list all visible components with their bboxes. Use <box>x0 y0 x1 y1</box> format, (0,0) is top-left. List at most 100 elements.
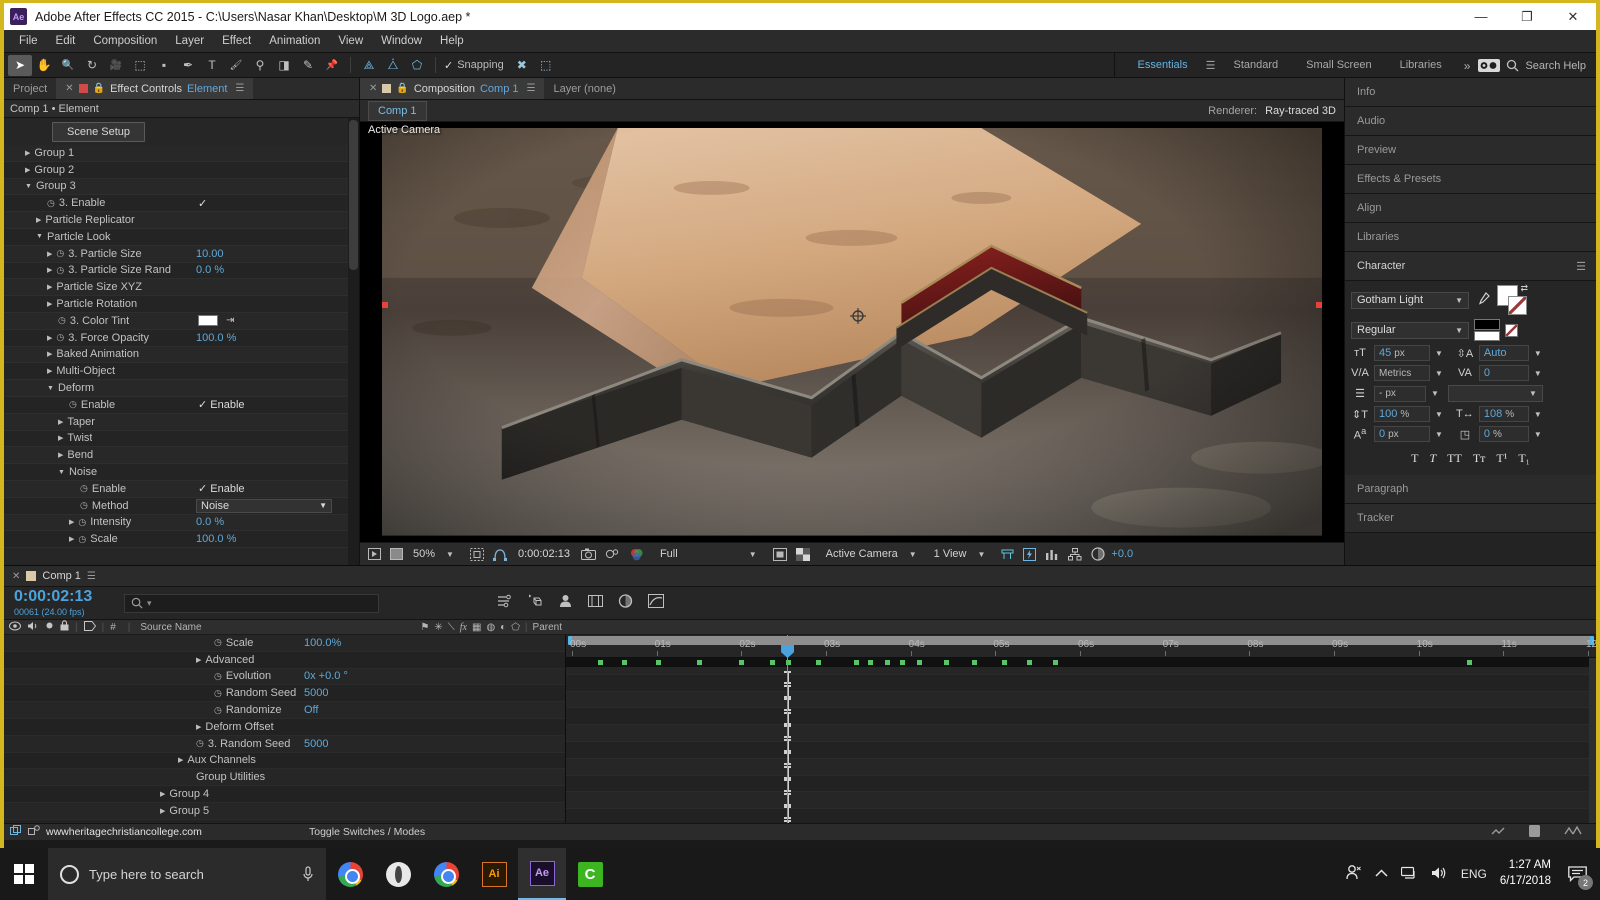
stopwatch-icon[interactable]: ◷ <box>214 671 222 682</box>
workspace-menu-icon[interactable]: ☰ <box>1202 59 1220 72</box>
disclosure-closed-icon[interactable]: ▶ <box>160 790 165 798</box>
disclosure-closed-icon[interactable]: ▶ <box>69 518 74 526</box>
cortana-icon[interactable] <box>60 865 79 884</box>
timeline-row-value[interactable]: Off <box>304 704 318 716</box>
start-button[interactable] <box>0 848 48 900</box>
comp-name-chip[interactable]: Comp 1 <box>368 101 427 121</box>
timeline-row-value[interactable]: 0x +0.0 ° <box>304 670 348 682</box>
comp-flowchart-icon[interactable] <box>1065 545 1085 564</box>
effect-row[interactable]: ▶◷3. Force Opacity100.0 % <box>4 330 359 347</box>
timeline-row[interactable]: ◷Random Seed5000 <box>4 685 565 702</box>
eyedropper-icon[interactable] <box>1474 292 1492 308</box>
menu-effect[interactable]: Effect <box>213 30 260 53</box>
toggle-switches-modes-button[interactable]: Toggle Switches / Modes <box>309 826 425 838</box>
menu-composition[interactable]: Composition <box>84 30 166 53</box>
composition-mini-flowchart-icon[interactable] <box>497 594 512 612</box>
timeline-search-field[interactable]: ▾ <box>124 594 379 613</box>
tracking-dropdown-icon[interactable]: ▼ <box>1534 369 1542 378</box>
lock-icon[interactable]: 🔒 <box>93 83 105 94</box>
stopwatch-icon[interactable]: ◷ <box>80 500 88 511</box>
exposure-value[interactable]: +0.0 <box>1111 548 1133 560</box>
video-switch-icon[interactable] <box>9 621 21 634</box>
color-tint-swatch[interactable]: ⇥ <box>198 315 234 326</box>
tab-project[interactable]: Project <box>4 78 56 99</box>
people-icon[interactable] <box>1345 864 1362 884</box>
keyframe-marker[interactable] <box>770 660 775 665</box>
keyframe-marker[interactable] <box>944 660 949 665</box>
disclosure-closed-icon[interactable]: ▶ <box>47 283 52 291</box>
view-camera-value[interactable]: Active Camera <box>822 548 902 560</box>
shy-switch-icon[interactable]: ⚑ <box>420 622 429 633</box>
effect-row[interactable]: ◷Enable✓ Enable <box>4 397 359 414</box>
resolution-dropdown-icon[interactable]: ▼ <box>745 550 767 559</box>
effect-row[interactable]: ▶◷Intensity0.0 % <box>4 515 359 532</box>
taskbar-search-box[interactable]: Type here to search <box>48 848 326 900</box>
selection-handle-left[interactable] <box>382 302 388 308</box>
disclosure-closed-icon[interactable]: ▶ <box>160 807 165 815</box>
stroke-color-swatch[interactable] <box>1508 296 1527 315</box>
stroke-width-dropdown-icon[interactable]: ▼ <box>1431 389 1439 398</box>
panel-align[interactable]: Align <box>1345 194 1596 223</box>
timeline-row[interactable]: ▶Deform Offset <box>4 719 565 736</box>
effect-row[interactable]: ▶Group 2 <box>4 162 359 179</box>
workspace-libraries[interactable]: Libraries <box>1386 53 1456 78</box>
rotation-tool[interactable]: ↻ <box>80 55 104 76</box>
effect-row[interactable]: ▶Taper <box>4 414 359 431</box>
taskbar-clock[interactable]: 1:27 AM 6/17/2018 <box>1500 858 1551 889</box>
disclosure-closed-icon[interactable]: ▶ <box>47 266 52 274</box>
effect-row[interactable]: ▼Particle Look <box>4 229 359 246</box>
keyframe-marker[interactable] <box>656 660 661 665</box>
effects-switch-icon[interactable]: fx <box>460 622 467 633</box>
choose-grid-guides-icon[interactable] <box>467 545 487 564</box>
selection-handle-right[interactable] <box>1316 302 1322 308</box>
number-column-header[interactable]: # <box>110 622 116 633</box>
search-dropdown-icon[interactable]: ▾ <box>147 598 152 609</box>
disclosure-closed-icon[interactable]: ▶ <box>47 300 52 308</box>
timeline-layer-list[interactable]: ◷Scale100.0%▶Advanced◷Evolution0x +0.0 °… <box>4 635 566 823</box>
effect-row[interactable]: ◷3. Enable✓ <box>4 195 359 212</box>
snap-feature-tool[interactable]: ✖ <box>510 55 534 76</box>
collapse-transformations-icon[interactable]: ✳ <box>434 622 442 633</box>
kerning-field[interactable]: Metrics <box>1374 365 1430 381</box>
vertical-scale-dropdown-icon[interactable]: ▼ <box>1435 410 1443 419</box>
effect-row[interactable]: ▼Group 3 <box>4 179 359 196</box>
keyframe-marker[interactable] <box>697 660 702 665</box>
stopwatch-icon[interactable]: ◷ <box>214 688 222 699</box>
snapshot-icon[interactable] <box>578 545 599 564</box>
disclosure-closed-icon[interactable]: ▶ <box>196 723 201 731</box>
chrome-2-taskbar-icon[interactable] <box>422 848 470 900</box>
tab-composition[interactable]: ✕ 🔒 Composition Comp 1 ☰ <box>360 78 544 99</box>
effect-row-value[interactable]: 100.0 % <box>196 533 236 545</box>
effect-row[interactable]: ◷Enable✓ Enable <box>4 481 359 498</box>
show-hidden-icons-icon[interactable] <box>1375 867 1388 881</box>
leading-field[interactable]: Auto <box>1479 345 1529 361</box>
effect-row-value[interactable]: 100.0 % <box>196 332 236 344</box>
effect-row-checkbox[interactable]: ✓ <box>198 197 207 210</box>
solo-switch-icon[interactable] <box>45 621 54 633</box>
keyframe-marker[interactable] <box>885 660 890 665</box>
zoom-slider-group[interactable] <box>1491 825 1590 840</box>
tab-layer[interactable]: Layer (none) <box>544 78 624 99</box>
disclosure-closed-icon[interactable]: ▶ <box>196 656 201 664</box>
text-style-button-2[interactable]: TT <box>1447 451 1462 466</box>
black-color-bar[interactable] <box>1474 319 1500 330</box>
close-tab-icon[interactable]: ✕ <box>65 83 73 94</box>
timeline-graph-area[interactable]: 00s01s02s03s04s05s06s07s08s09s10s11s12s <box>566 635 1596 823</box>
font-size-dropdown-icon[interactable]: ▼ <box>1435 349 1443 358</box>
disclosure-open-icon[interactable]: ▼ <box>25 183 32 190</box>
timeline-row[interactable]: ◷RandomizeOff <box>4 702 565 719</box>
effect-row[interactable]: ▶Particle Size XYZ <box>4 279 359 296</box>
exposure-icon[interactable] <box>1088 545 1108 564</box>
lock-switch-icon[interactable] <box>60 620 69 634</box>
tsume-dropdown-icon[interactable]: ▼ <box>1534 430 1542 439</box>
disclosure-closed-icon[interactable]: ▶ <box>58 434 63 442</box>
timeline-current-time[interactable]: 0:00:02:13 <box>4 589 114 605</box>
no-fill-swatch[interactable] <box>1505 324 1518 337</box>
character-panel-menu-icon[interactable]: ☰ <box>1576 260 1586 273</box>
workspace-small-screen[interactable]: Small Screen <box>1292 53 1385 78</box>
kerning-dropdown-icon[interactable]: ▼ <box>1435 369 1443 378</box>
menu-layer[interactable]: Layer <box>166 30 213 53</box>
effect-row[interactable]: ▶Group 1 <box>4 145 359 162</box>
panel-effects-presets[interactable]: Effects & Presets <box>1345 165 1596 194</box>
disclosure-closed-icon[interactable]: ▶ <box>47 334 52 342</box>
